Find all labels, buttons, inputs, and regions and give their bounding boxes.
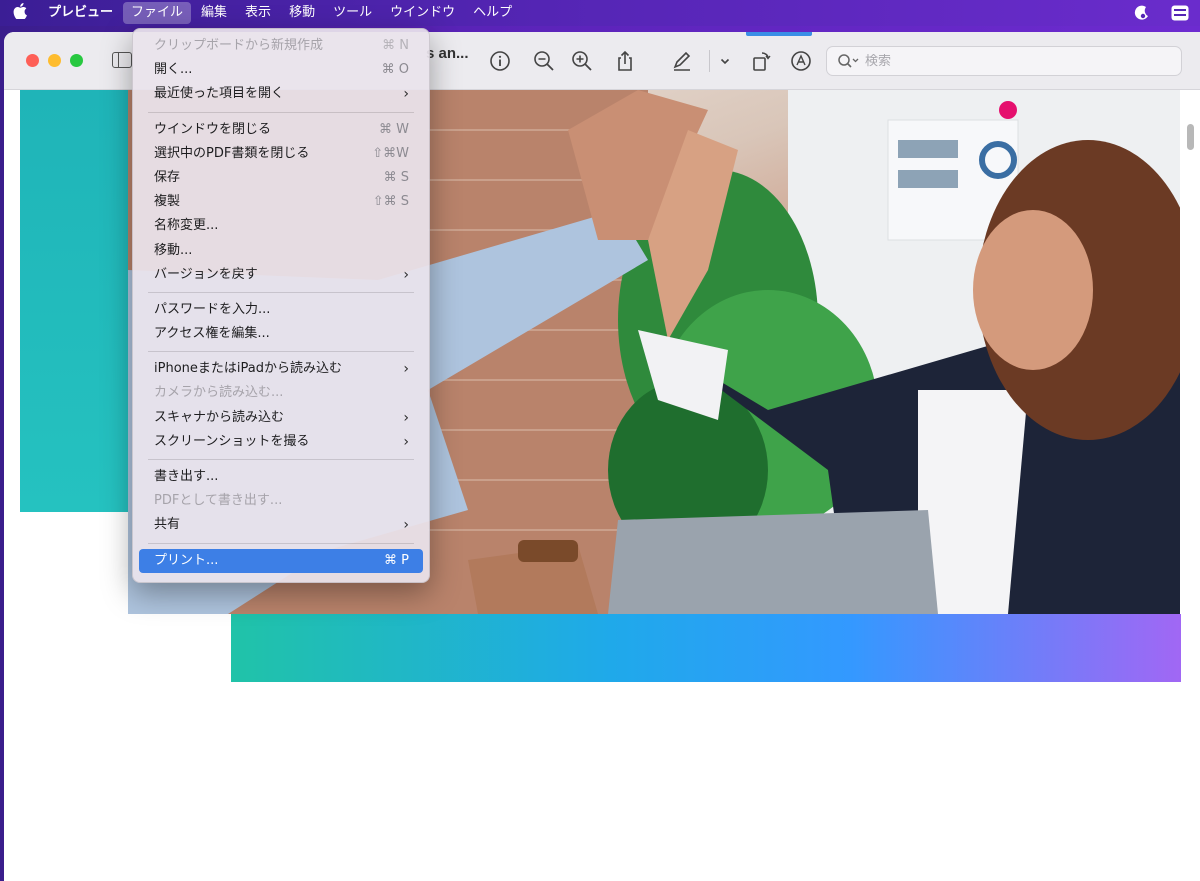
menu-item[interactable]: 複製 ⇧⌘ S — [139, 190, 423, 214]
menu-separator — [148, 351, 414, 353]
night-mode-icon[interactable] — [1132, 3, 1152, 23]
toolbar-divider — [709, 50, 710, 72]
zoom-out-icon[interactable] — [532, 49, 556, 73]
menu-item-label: 開く... — [154, 62, 193, 78]
menu-file[interactable]: ファイル — [123, 2, 192, 24]
apple-menu-icon[interactable] — [0, 3, 40, 23]
menu-item: カメラから読み込む... — [139, 381, 423, 405]
chevron-right-icon: › — [403, 86, 409, 103]
menu-item[interactable]: 共有 › — [139, 513, 423, 537]
menu-item[interactable]: スクリーンショットを撮る › — [139, 430, 423, 454]
annotate-circle-icon[interactable] — [789, 49, 813, 73]
minimize-window-button[interactable] — [48, 54, 61, 67]
menu-item-label: iPhoneまたはiPadから読み込む — [154, 361, 342, 377]
share-icon[interactable] — [613, 49, 637, 73]
menu-item[interactable]: プリント... ⌘ P — [139, 548, 423, 573]
menu-item-label: 共有 — [154, 517, 181, 533]
menu-item[interactable]: 書き出す... — [139, 465, 423, 489]
chevron-right-icon: › — [403, 409, 409, 426]
menu-item-label: 保存 — [154, 169, 181, 185]
menu-item[interactable]: スキャナから読み込む › — [139, 406, 423, 430]
menu-tools[interactable]: ツール — [325, 2, 380, 24]
info-icon[interactable] — [488, 49, 512, 73]
menu-item-shortcut: ⌘ P — [384, 552, 409, 568]
menu-bar: プレビュー ファイル 編集 表示 移動 ツール ウインドウ ヘルプ — [0, 0, 1200, 26]
document-title: s an... — [426, 45, 469, 62]
menu-item[interactable]: 名称変更... — [139, 214, 423, 238]
menu-item[interactable]: iPhoneまたはiPadから読み込む › — [139, 357, 423, 381]
menu-item-label: 選択中のPDF書類を閉じる — [154, 145, 310, 161]
menu-separator — [148, 459, 414, 460]
menu-go[interactable]: 移動 — [281, 2, 323, 24]
zoom-in-icon[interactable] — [570, 49, 594, 73]
menu-edit[interactable]: 編集 — [193, 2, 235, 24]
menu-item-shortcut: ⌘ S — [383, 169, 409, 185]
menu-item-label: カメラから読み込む... — [154, 385, 284, 401]
menu-item-label: 複製 — [154, 194, 181, 210]
menu-item-shortcut: ⌘ N — [382, 38, 409, 53]
menu-item-label: 書き出す... — [154, 469, 219, 484]
menu-item[interactable]: 保存 ⌘ S — [139, 166, 423, 190]
menu-item[interactable]: 開く... ⌘ O — [139, 58, 423, 82]
menu-item-label: 最近使った項目を開く — [154, 86, 285, 102]
menu-item[interactable]: パスワードを入力... — [139, 298, 423, 322]
menu-item[interactable]: 最近使った項目を開く › — [139, 82, 423, 106]
sidebar-toggle-icon[interactable] — [112, 52, 132, 68]
teal-background-shape — [20, 90, 130, 512]
menu-item-label: プリント... — [154, 552, 219, 568]
menu-item[interactable]: 選択中のPDF書類を閉じる ⇧⌘W — [139, 142, 423, 166]
menu-window[interactable]: ウインドウ — [382, 2, 463, 24]
menu-help[interactable]: ヘルプ — [465, 2, 520, 24]
active-tab-indicator — [746, 32, 812, 36]
menu-item: クリップボードから新規作成 ⌘ N — [139, 34, 423, 58]
chevron-down-icon[interactable] — [713, 49, 737, 73]
chevron-right-icon: › — [403, 517, 409, 534]
search-input[interactable] — [865, 53, 1145, 69]
chevron-right-icon: › — [403, 266, 409, 283]
menu-item[interactable]: ウインドウを閉じる ⌘ W — [139, 118, 423, 142]
rotate-icon[interactable] — [749, 49, 773, 73]
menu-item-label: クリップボードから新規作成 — [154, 38, 324, 53]
menu-separator — [148, 111, 414, 113]
status-area — [1132, 3, 1190, 23]
menu-item-label: ウインドウを閉じる — [154, 121, 272, 137]
menu-view[interactable]: 表示 — [237, 2, 279, 24]
control-center-icon[interactable] — [1170, 3, 1190, 23]
vertical-scrollbar[interactable] — [1187, 124, 1194, 150]
menu-item-shortcut: ⌘ W — [379, 121, 409, 137]
menu-item[interactable]: アクセス権を編集... — [139, 322, 423, 346]
gradient-banner — [231, 614, 1181, 682]
menu-item-label: バージョンを戻す — [154, 266, 258, 282]
chevron-right-icon: › — [403, 361, 409, 378]
menu-item[interactable]: バージョンを戻す › — [139, 263, 423, 287]
menu-item: PDFとして書き出す... — [139, 489, 423, 513]
menu-item-shortcut: ⌘ O — [381, 62, 409, 78]
menu-separator — [148, 542, 414, 544]
zoom-window-button[interactable] — [70, 54, 83, 67]
menu-item-label: スキャナから読み込む — [154, 409, 285, 425]
menu-item[interactable]: 移動... — [139, 239, 423, 263]
search-icon — [838, 54, 859, 68]
menu-item-label: PDFとして書き出す... — [154, 493, 283, 509]
menu-item-shortcut: ⇧⌘W — [372, 145, 409, 161]
menu-separator — [148, 291, 414, 293]
chevron-right-icon: › — [403, 433, 409, 450]
search-field[interactable] — [826, 46, 1182, 76]
markup-pen-icon[interactable] — [670, 49, 694, 73]
menu-item-label: スクリーンショットを撮る — [154, 433, 310, 449]
menu-item-shortcut: ⇧⌘ S — [372, 194, 409, 210]
menu-preview[interactable]: プレビュー — [40, 2, 121, 24]
menu-item-label: アクセス権を編集... — [154, 326, 270, 342]
menu-item-label: パスワードを入力... — [154, 301, 271, 317]
close-window-button[interactable] — [26, 54, 39, 67]
window-controls — [26, 54, 83, 67]
file-menu-dropdown: クリップボードから新規作成 ⌘ N 開く... ⌘ O 最近使った項目を開く › ウインドウ… — [132, 28, 430, 583]
menu-item-label: 移動... — [154, 242, 193, 258]
menu-item-label: 名称変更... — [154, 218, 219, 234]
